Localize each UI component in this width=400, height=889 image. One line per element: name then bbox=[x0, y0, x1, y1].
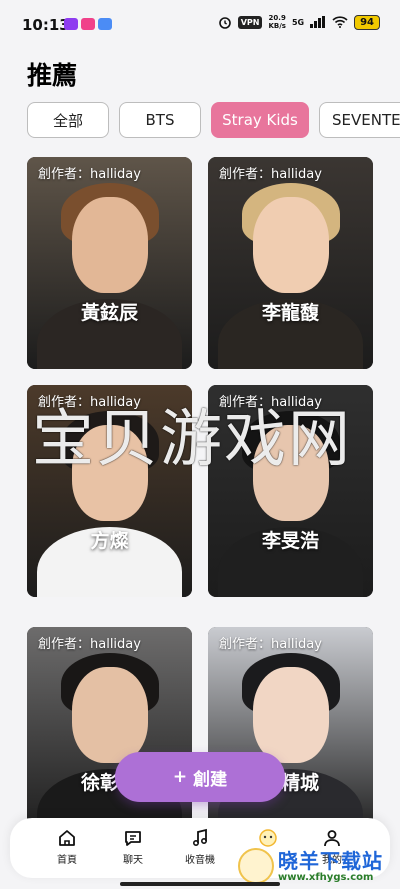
home-icon bbox=[59, 830, 75, 846]
network-type: 5G bbox=[291, 17, 305, 27]
character-card[interactable]: 創作者：halliday 梁精城 bbox=[208, 627, 373, 839]
mascot-icon bbox=[259, 829, 277, 847]
character-card[interactable]: 創作者：halliday 方燦 bbox=[27, 385, 192, 597]
sheep-mascot-icon bbox=[238, 848, 274, 884]
filter-tab-seventeen[interactable]: SEVENTE bbox=[319, 102, 400, 138]
create-button-label: 創建 bbox=[193, 769, 228, 790]
wifi-icon bbox=[332, 16, 348, 28]
card-author: 創作者：halliday bbox=[219, 637, 322, 652]
site-watermark: 晓羊下载站 www.xfhygs.com bbox=[238, 848, 383, 884]
app-notification-icon bbox=[98, 18, 112, 30]
nav-label: 首頁 bbox=[57, 855, 77, 866]
site-watermark-title: 晓羊下载站 bbox=[278, 848, 383, 873]
create-button[interactable]: + 創建 bbox=[115, 752, 285, 802]
character-card[interactable]: 創作者：halliday 李旻浩 bbox=[208, 385, 373, 597]
status-time: 10:13 bbox=[22, 16, 70, 34]
filter-tab-stray-kids[interactable]: Stray Kids bbox=[211, 102, 309, 138]
nav-label: 收音機 bbox=[185, 855, 215, 866]
app-notification-icon bbox=[81, 18, 95, 30]
plus-icon: + bbox=[172, 767, 188, 787]
site-watermark-url: www.xfhygs.com bbox=[278, 871, 374, 883]
app-notification-icon bbox=[64, 18, 78, 30]
card-author: 創作者：halliday bbox=[219, 167, 322, 182]
card-author: 創作者：halliday bbox=[38, 167, 141, 182]
card-name: 黃鉉辰 bbox=[80, 302, 138, 324]
signal-icon bbox=[310, 16, 326, 28]
filter-tab-bts[interactable]: BTS bbox=[119, 102, 201, 138]
home-indicator bbox=[120, 882, 280, 886]
character-card[interactable]: 創作者：halliday 李龍馥 bbox=[208, 157, 373, 369]
vpn-badge: VPN bbox=[237, 15, 263, 29]
card-name: 方燦 bbox=[90, 530, 129, 552]
status-bar: 10:13 VPN 20.9 KB/s 5G 94 bbox=[0, 0, 400, 48]
notification-icons bbox=[64, 18, 112, 30]
page-title: 推薦 bbox=[27, 61, 78, 90]
character-card[interactable]: 創作者：halliday 黃鉉辰 bbox=[27, 157, 192, 369]
nav-item-radio[interactable]: 收音機 bbox=[170, 828, 230, 866]
card-author: 創作者：halliday bbox=[219, 395, 322, 410]
card-name: 李旻浩 bbox=[261, 530, 319, 552]
nav-label: 聊天 bbox=[123, 855, 143, 866]
chat-icon bbox=[125, 831, 141, 846]
battery-indicator: 94 bbox=[354, 14, 380, 30]
character-card[interactable]: 創作者：halliday 徐彰彬 bbox=[27, 627, 192, 839]
card-author: 創作者：halliday bbox=[38, 395, 141, 410]
alarm-icon bbox=[218, 17, 231, 29]
nav-item-home[interactable]: 首頁 bbox=[37, 828, 97, 866]
card-name: 李龍馥 bbox=[261, 302, 319, 324]
nav-item-chat[interactable]: 聊天 bbox=[103, 828, 163, 866]
card-author: 創作者：halliday bbox=[38, 637, 141, 652]
status-icons: VPN 20.9 KB/s 5G 94 bbox=[218, 14, 380, 30]
network-speed: 20.9 KB/s bbox=[268, 14, 286, 30]
profile-icon bbox=[324, 830, 340, 847]
filter-tabs: 全部 BTS Stray Kids SEVENTE bbox=[27, 102, 400, 138]
music-note-icon bbox=[192, 828, 208, 847]
filter-tab-all[interactable]: 全部 bbox=[27, 102, 109, 138]
